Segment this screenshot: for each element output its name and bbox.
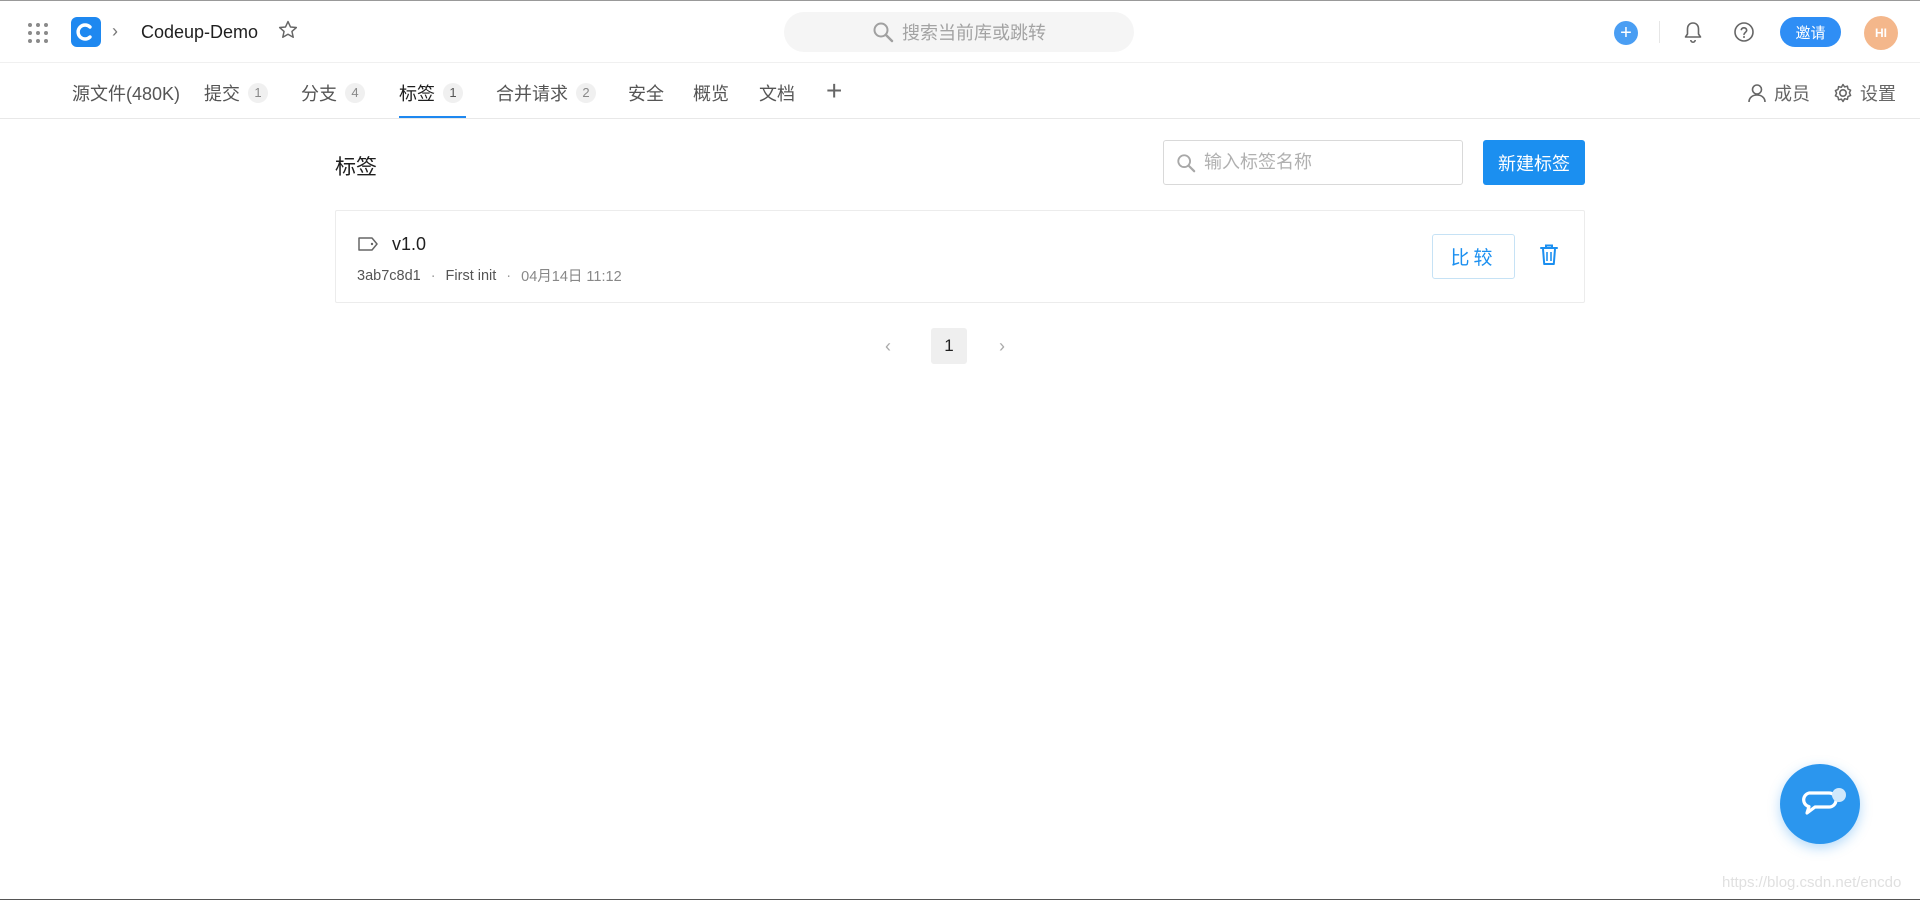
separator-dot: · [506, 267, 512, 284]
star-icon[interactable] [277, 19, 299, 41]
repo-tabs-bar: 源文件(480K) 提交 1 分支 4 标签 1 合并请求 2 安全 概览 文档… [0, 63, 1920, 119]
global-search-input[interactable]: 搜索当前库或跳转 [784, 12, 1134, 52]
codeup-logo-icon [76, 23, 92, 41]
tab-count-badge: 4 [345, 83, 365, 103]
compare-button[interactable]: 比较 [1432, 234, 1515, 279]
gear-icon [1834, 83, 1852, 103]
tab-label: 标签 [399, 84, 435, 104]
tab-label: 安全 [628, 84, 664, 104]
new-tag-button[interactable]: 新建标签 [1483, 140, 1585, 185]
search-icon [873, 22, 894, 43]
separator-dot: · [430, 267, 436, 284]
tag-name-link[interactable]: v1.0 [392, 234, 426, 255]
tab-commits[interactable]: 提交 1 [204, 80, 268, 106]
active-tab-indicator [399, 116, 466, 118]
tab-count-badge: 1 [443, 83, 463, 103]
codeup-logo[interactable] [71, 17, 101, 47]
tab-label: 分支 [301, 84, 337, 104]
tab-branches[interactable]: 分支 4 [301, 80, 365, 106]
tab-label: 合并请求 [496, 84, 568, 104]
tab-docs[interactable]: 文档 [759, 80, 795, 106]
tab-label: 文档 [759, 84, 795, 104]
add-icon[interactable]: + [1614, 21, 1638, 45]
add-tab-plus-icon[interactable]: + [826, 77, 842, 105]
tab-security[interactable]: 安全 [628, 80, 664, 106]
search-icon [1177, 153, 1196, 172]
tag-search-field[interactable] [1163, 140, 1463, 185]
members-link[interactable]: 成员 [1746, 80, 1810, 106]
tab-overview[interactable]: 概览 [693, 80, 729, 106]
window-bottom-edge [0, 899, 1920, 903]
tab-tags[interactable]: 标签 1 [399, 80, 463, 106]
repo-name[interactable]: Codeup-Demo [141, 22, 258, 43]
tag-search-input[interactable] [1204, 152, 1444, 173]
chat-notification-dot [1832, 788, 1846, 802]
tab-label: 源文件(480K) [72, 84, 181, 104]
tag-meta: 3ab7c8d1 · First init · 04月14日 11:12 [357, 265, 622, 286]
chat-support-button[interactable] [1780, 764, 1860, 844]
commit-message: First init [445, 267, 497, 284]
top-bar: › Codeup-Demo 搜索当前库或跳转 + 邀请 HI [0, 0, 1920, 63]
settings-label: 设置 [1860, 84, 1896, 104]
commit-hash-link[interactable]: 3ab7c8d1 [357, 268, 421, 284]
tab-label: 提交 [204, 84, 240, 104]
apps-grid-icon[interactable] [28, 23, 48, 43]
pagination-page-1[interactable]: 1 [931, 328, 967, 364]
tag-icon [358, 237, 378, 251]
tab-count-badge: 1 [248, 83, 268, 103]
tab-source-files[interactable]: 源文件(480K) [72, 80, 180, 106]
help-icon[interactable] [1733, 21, 1755, 43]
pagination-prev-chevron-icon[interactable]: ‹ [885, 336, 891, 357]
tag-list-item: v1.0 3ab7c8d1 · First init · 04月14日 11:1… [335, 210, 1585, 303]
members-label: 成员 [1774, 84, 1810, 104]
avatar[interactable]: HI [1864, 16, 1898, 50]
invite-button[interactable]: 邀请 [1780, 17, 1841, 47]
trash-icon[interactable] [1539, 243, 1559, 267]
tab-label: 概览 [693, 84, 729, 104]
breadcrumb-chevron-icon: › [112, 21, 118, 41]
pagination-next-chevron-icon[interactable]: › [999, 336, 1005, 357]
divider [1659, 21, 1660, 43]
watermark-text: https://blog.csdn.net/encdo [1722, 874, 1902, 891]
settings-link[interactable]: 设置 [1832, 80, 1896, 106]
tab-count-badge: 2 [576, 83, 596, 103]
bell-icon[interactable] [1682, 20, 1704, 44]
tag-timestamp: 04月14日 11:12 [521, 269, 622, 285]
page-title: 标签 [335, 156, 377, 179]
global-search-placeholder: 搜索当前库或跳转 [902, 23, 1046, 43]
user-icon [1748, 84, 1766, 103]
tab-merge-requests[interactable]: 合并请求 2 [496, 80, 596, 106]
